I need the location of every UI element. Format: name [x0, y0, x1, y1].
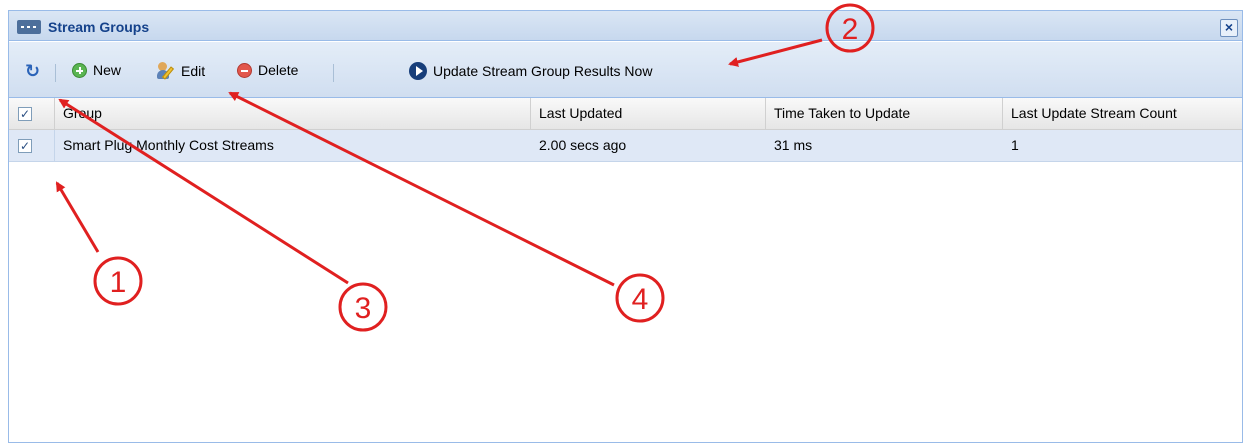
column-header-stream-count[interactable]: Last Update Stream Count	[1003, 98, 1242, 129]
column-header-time-taken[interactable]: Time Taken to Update	[766, 98, 1003, 129]
row-select-cell: ✓	[9, 130, 55, 161]
edit-button[interactable]: Edit	[157, 62, 205, 80]
refresh-icon: ↻	[25, 61, 41, 81]
new-button[interactable]: New	[72, 62, 121, 78]
window-titlebar: Stream Groups ×	[9, 11, 1242, 41]
add-icon	[72, 62, 87, 78]
grid-header: ✓ Group Last Updated Time Taken to Updat…	[9, 98, 1242, 130]
edit-user-icon	[157, 62, 175, 80]
new-label: New	[93, 62, 122, 78]
select-all-checkbox[interactable]: ✓	[18, 107, 32, 121]
delete-label: Delete	[258, 62, 299, 78]
window-title: Stream Groups	[48, 19, 150, 35]
toolbar: ↻ New Edit Delete Update Stream Group Re…	[9, 42, 1242, 98]
table-row[interactable]: ✓ Smart Plug Monthly Cost Streams 2.00 s…	[9, 130, 1242, 162]
toolbar-separator	[55, 64, 56, 82]
update-results-button[interactable]: Update Stream Group Results Now	[409, 62, 652, 80]
play-icon	[409, 62, 427, 80]
cell-time-taken: 31 ms	[774, 137, 813, 153]
update-label: Update Stream Group Results Now	[433, 63, 653, 79]
cell-stream-count: 1	[1011, 137, 1019, 153]
column-header-group[interactable]: Group	[55, 98, 531, 129]
toolbar-separator	[333, 64, 334, 82]
stream-groups-window: Stream Groups × ↻ New Edit Delete Update…	[8, 10, 1243, 443]
row-checkbox[interactable]: ✓	[18, 139, 32, 153]
select-all-column: ✓	[9, 98, 55, 129]
close-button[interactable]: ×	[1220, 19, 1238, 37]
window-menu-icon[interactable]	[17, 20, 41, 34]
delete-icon	[237, 62, 252, 78]
delete-button[interactable]: Delete	[237, 62, 298, 78]
cell-last-updated: 2.00 secs ago	[539, 137, 627, 153]
refresh-button[interactable]: ↻	[25, 62, 43, 80]
edit-label: Edit	[181, 63, 206, 79]
column-header-last-updated[interactable]: Last Updated	[531, 98, 766, 129]
cell-group: Smart Plug Monthly Cost Streams	[63, 137, 274, 153]
